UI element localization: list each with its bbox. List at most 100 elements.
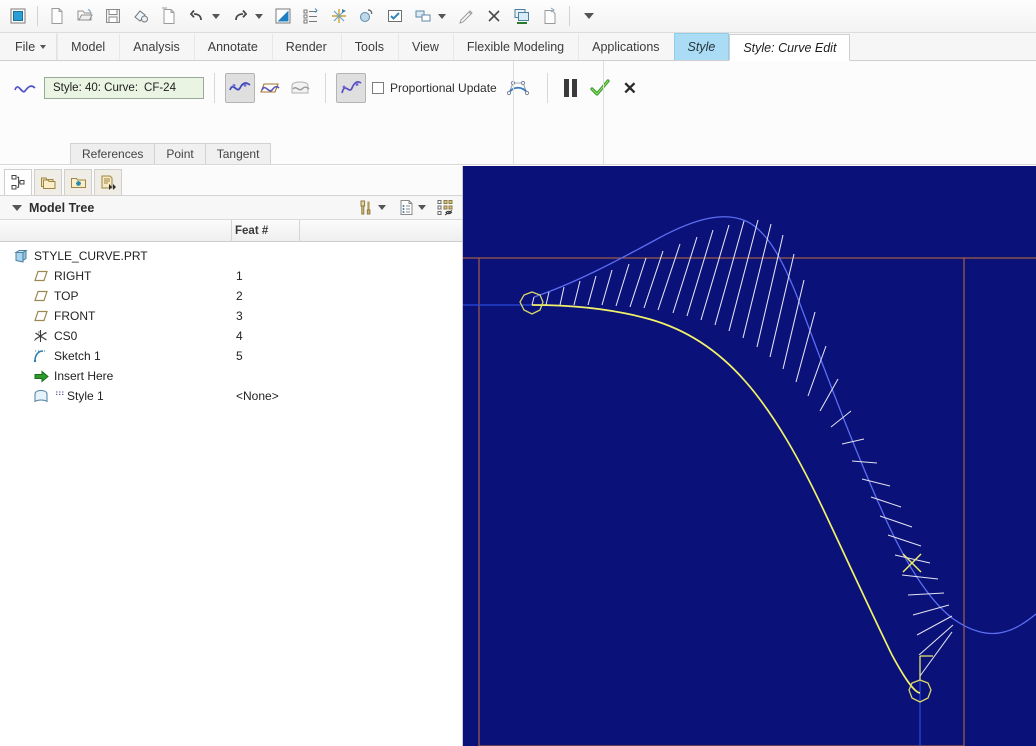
tree-row-cs0[interactable]: y z x CS0 4 — [0, 326, 462, 346]
save-as-icon[interactable] — [127, 2, 155, 30]
tree-row-style-label: Style 1 — [67, 389, 104, 403]
tab-style[interactable]: Style — [673, 33, 730, 60]
tab-tools-label: Tools — [354, 40, 384, 54]
tree-row-front[interactable]: FRONT 3 — [0, 306, 462, 326]
control-polygon-button[interactable] — [503, 73, 533, 103]
accept-button[interactable] — [589, 78, 611, 98]
tree-filters-icon[interactable] — [394, 197, 418, 219]
tree-row-style[interactable]: Style 1 <None> — [0, 386, 462, 406]
cancel-button[interactable]: ✕ — [623, 80, 637, 97]
layers-tab-button[interactable] — [94, 169, 122, 195]
tree-row-cs0-label: CS0 — [54, 329, 78, 343]
part-icon — [12, 249, 30, 263]
tab-annotate[interactable]: Annotate — [193, 33, 272, 60]
pause-button[interactable] — [563, 79, 577, 97]
tab-flexible-modeling-label: Flexible Modeling — [466, 40, 565, 54]
svg-text:x: x — [45, 330, 47, 335]
repaint-icon[interactable] — [536, 2, 564, 30]
sketch-icon — [32, 349, 50, 363]
proportional-update-checkbox[interactable]: Proportional Update — [372, 81, 497, 95]
tree-row-sketch[interactable]: Sketch 1 5 — [0, 346, 462, 366]
new-icon[interactable] — [43, 2, 71, 30]
folder-browser-tab-button[interactable] — [34, 169, 62, 195]
tree-row-top-label: TOP — [54, 289, 79, 303]
free-curve-type-button[interactable] — [225, 73, 255, 103]
close-view-icon[interactable] — [480, 2, 508, 30]
copy-file-icon[interactable] — [155, 2, 183, 30]
dashboard-separator-1 — [513, 61, 514, 165]
start-point-handle[interactable] — [519, 291, 544, 315]
annotate-icon[interactable] — [452, 2, 480, 30]
tree-row-part[interactable]: STYLE_CURVE.PRT — [0, 246, 462, 266]
tree-row-right[interactable]: RIGHT 1 — [0, 266, 462, 286]
tree-row-top[interactable]: TOP 2 — [0, 286, 462, 306]
overflow-icon[interactable] — [575, 2, 603, 30]
collapse-triangle-icon[interactable] — [12, 204, 22, 211]
sep-c — [546, 73, 548, 103]
undo-icon[interactable] — [183, 2, 211, 30]
tab-applications[interactable]: Applications — [578, 33, 673, 60]
filters-dropdown-caret[interactable] — [418, 205, 426, 210]
navigator-pane: Model Tree Feat # STYLE_CURVE.PRT RIGHT … — [0, 166, 463, 746]
subtab-references-label: References — [82, 147, 144, 161]
undo-dropdown-caret[interactable] — [212, 13, 220, 19]
view-manager-icon[interactable] — [353, 2, 381, 30]
appearance-dropdown-caret[interactable] — [438, 13, 446, 19]
tab-file[interactable]: File — [2, 33, 58, 60]
tree-column-header: Feat # — [0, 219, 462, 242]
dashboard-controls-row: Style: 40: Curve: CF-24 Proportional Upd… — [0, 61, 1036, 111]
regenerate-icon[interactable] — [269, 2, 297, 30]
redo-icon[interactable] — [226, 2, 254, 30]
save-icon[interactable] — [99, 2, 127, 30]
tree-row-part-label: STYLE_CURVE.PRT — [34, 249, 148, 263]
window-icon[interactable] — [4, 2, 32, 30]
settings-dropdown-caret[interactable] — [378, 205, 386, 210]
subtab-tangent-label: Tangent — [216, 147, 260, 161]
tree-row-cs0-feat: 4 — [236, 329, 243, 343]
tab-flexible-modeling[interactable]: Flexible Modeling — [452, 33, 578, 60]
sep-b — [325, 73, 326, 103]
settings-tools-icon[interactable] — [354, 197, 378, 219]
model-tree-tab-button[interactable] — [4, 169, 32, 195]
tab-view-label: View — [411, 40, 439, 54]
tab-style-curve-edit[interactable]: Style: Curve Edit — [729, 34, 851, 61]
datum-plane-icon — [32, 290, 50, 302]
redo-dropdown-caret[interactable] — [255, 13, 263, 19]
tab-view[interactable]: View — [397, 33, 453, 60]
tree-row-sketch-feat: 5 — [236, 349, 243, 363]
style-curve[interactable] — [531, 304, 921, 694]
tree-column-display-icon[interactable] — [434, 197, 458, 219]
datum-display-icon[interactable] — [325, 2, 353, 30]
svg-text:z: z — [34, 337, 36, 342]
tree-column-extra — [300, 220, 462, 242]
display-style-icon[interactable] — [381, 2, 409, 30]
subtab-tangent[interactable]: Tangent — [204, 143, 272, 164]
subtab-references[interactable]: References — [70, 143, 156, 164]
subtab-point[interactable]: Point — [154, 143, 206, 164]
tab-analysis[interactable]: Analysis — [119, 33, 194, 60]
appearance-group[interactable] — [409, 2, 446, 30]
show-curvature-button[interactable] — [336, 73, 366, 103]
favorites-tab-button[interactable] — [64, 169, 92, 195]
undo-group[interactable] — [183, 2, 220, 30]
free-curve-icon — [10, 73, 40, 103]
curve-name-field[interactable]: Style: 40: Curve: CF-24 — [44, 77, 204, 99]
open-icon[interactable] — [71, 2, 99, 30]
proportional-update-box[interactable] — [372, 82, 384, 94]
tab-render[interactable]: Render — [271, 33, 341, 60]
dashboard-subtabs: References Point Tangent — [70, 143, 272, 164]
planar-curve-type-button[interactable] — [255, 73, 285, 103]
appearance-icon[interactable] — [409, 2, 437, 30]
surface-curve-type-button[interactable] — [285, 73, 315, 103]
redo-group[interactable] — [226, 2, 263, 30]
tree-row-sketch-label: Sketch 1 — [54, 349, 101, 363]
graphics-viewport[interactable] — [463, 166, 1036, 746]
window-switch-icon[interactable] — [508, 2, 536, 30]
tab-tools[interactable]: Tools — [340, 33, 398, 60]
tab-applications-label: Applications — [592, 40, 660, 54]
tree-column-feat[interactable]: Feat # — [232, 219, 300, 242]
reorder-icon[interactable] — [297, 2, 325, 30]
tree-row-insert-here[interactable]: Insert Here — [0, 366, 462, 386]
tab-analysis-label: Analysis — [133, 40, 180, 54]
tab-model[interactable]: Model — [57, 33, 119, 60]
